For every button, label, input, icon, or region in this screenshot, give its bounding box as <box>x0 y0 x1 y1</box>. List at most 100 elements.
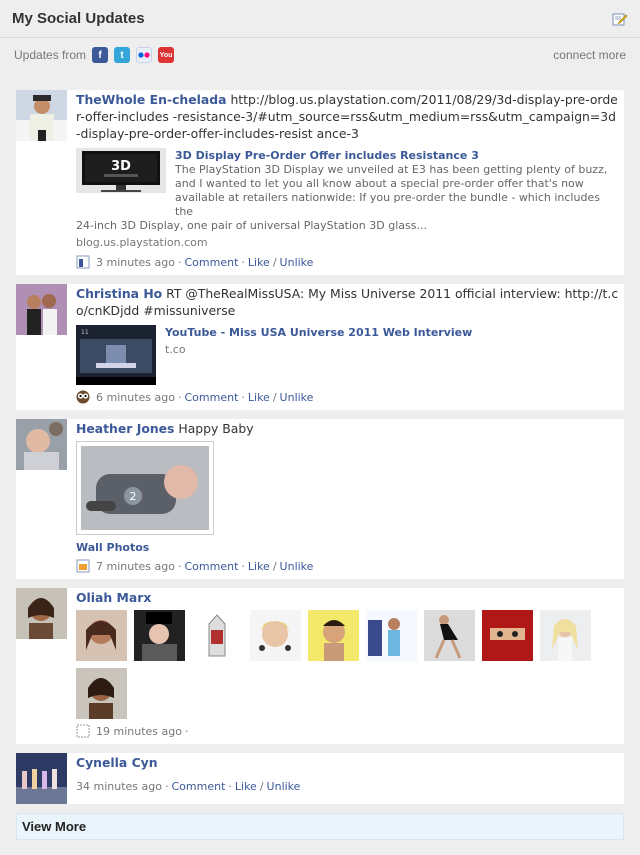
post-meta: 34 minutes ago · Comment · Like / Unlike <box>76 780 620 793</box>
unlike-link[interactable]: Unlike <box>280 560 314 573</box>
avatar[interactable] <box>16 284 67 335</box>
comment-link[interactable]: Comment <box>184 560 238 573</box>
svg-text:11: 11 <box>81 329 89 336</box>
attachment-title[interactable]: YouTube - Miss USA Universe 2011 Web Int… <box>165 325 472 340</box>
separator: / <box>272 390 277 404</box>
flickr-icon[interactable] <box>136 47 153 63</box>
timestamp: 6 minutes ago <box>96 390 175 404</box>
separator: · <box>241 390 245 404</box>
comment-link[interactable]: Comment <box>184 256 238 269</box>
post-content: Cynella Cyn <box>76 754 620 771</box>
link-attachment: 3D 3D Display Pre-Order Offer includes R… <box>76 148 620 219</box>
avatar[interactable] <box>16 419 67 470</box>
placeholder-app-icon <box>76 724 90 738</box>
photo-thumbnail[interactable] <box>308 610 359 661</box>
photos-app-icon <box>76 559 90 573</box>
separator: · <box>164 780 169 793</box>
separator: · <box>177 255 182 269</box>
panel-header: My Social Updates <box>0 0 640 38</box>
connect-more-link[interactable]: connect more <box>553 48 626 62</box>
youtube-icon[interactable]: You <box>158 47 175 63</box>
baby-photo: 2 <box>81 446 209 530</box>
post-meta: 19 minutes ago · <box>76 724 620 738</box>
twitter-icon[interactable]: t <box>114 47 131 63</box>
attachment-text: YouTube - Miss USA Universe 2011 Web Int… <box>156 325 472 385</box>
avatar[interactable] <box>16 753 67 804</box>
photo-thumbnail[interactable] <box>250 610 301 661</box>
post-content: Christina Ho RT @TheRealMissUSA: My Miss… <box>76 285 620 319</box>
view-more-button[interactable]: View More <box>16 813 624 840</box>
post-body: Cynella Cyn 34 minutes ago · Comment · L… <box>67 753 624 804</box>
post-body: TheWhole En-chelada http://blog.us.plays… <box>67 90 624 275</box>
photo-grid <box>76 610 596 719</box>
post-meta: 6 minutes ago · Comment · Like / Unlike <box>76 390 620 404</box>
comment-link[interactable]: Comment <box>184 391 238 404</box>
svg-text:2: 2 <box>130 490 137 503</box>
photo-thumbnail[interactable] <box>76 610 127 661</box>
attachment-thumbnail[interactable]: 3D <box>76 148 166 193</box>
unlike-link[interactable]: Unlike <box>280 391 314 404</box>
timestamp: 7 minutes ago <box>96 559 175 573</box>
post-body: Christina Ho RT @TheRealMissUSA: My Miss… <box>67 284 624 410</box>
attachment-description: The PlayStation 3D Display we unveiled a… <box>175 163 608 218</box>
photo-thumbnail[interactable] <box>482 610 533 661</box>
link-attachment: 11 YouTube - Miss USA Universe 2011 Web … <box>76 325 620 385</box>
timestamp: 3 minutes ago <box>96 255 175 269</box>
photo[interactable]: 2 <box>76 441 214 535</box>
unlike-link[interactable]: Unlike <box>280 256 314 269</box>
separator: · <box>241 255 245 269</box>
feed-item: Christina Ho RT @TheRealMissUSA: My Miss… <box>16 284 624 410</box>
post-content: TheWhole En-chelada http://blog.us.plays… <box>76 91 620 142</box>
like-link[interactable]: Like <box>235 780 257 793</box>
edit-icon[interactable] <box>612 11 628 27</box>
separator: · <box>228 780 232 793</box>
panel-title: My Social Updates <box>12 10 145 27</box>
attachment-source: blog.us.playstation.com <box>76 236 208 249</box>
feed-item: Heather Jones Happy Baby 2 Wall Photos 7… <box>16 419 624 579</box>
like-link[interactable]: Like <box>248 560 270 573</box>
facebook-icon[interactable]: f <box>92 47 109 63</box>
author-link[interactable]: Christina Ho <box>76 286 162 301</box>
owl-icon <box>76 390 90 404</box>
separator: · <box>177 559 182 573</box>
photo-thumbnail[interactable] <box>424 610 475 661</box>
photo-thumbnail[interactable] <box>366 610 417 661</box>
post-content: Oliah Marx <box>76 589 620 606</box>
post-body: Oliah Marx 19 minutes ago · <box>67 588 624 744</box>
updates-from-label: Updates from <box>14 48 87 62</box>
separator: · <box>177 390 182 404</box>
separator: · <box>241 559 245 573</box>
svg-text:3D: 3D <box>111 159 131 174</box>
separator: / <box>259 780 264 793</box>
facebook-source-icon <box>76 255 90 269</box>
avatar[interactable] <box>16 90 67 141</box>
comment-link[interactable]: Comment <box>171 780 225 793</box>
attachment-title[interactable]: 3D Display Pre-Order Offer includes Resi… <box>175 148 620 163</box>
photo-thumbnail[interactable] <box>76 668 127 719</box>
sources-bar: Updates from f t You connect more <box>0 38 640 72</box>
separator: / <box>272 255 277 269</box>
photo-thumbnail[interactable] <box>134 610 185 661</box>
separator: / <box>272 559 277 573</box>
photo-thumbnail[interactable] <box>192 610 243 661</box>
video-thumbnail[interactable]: 11 <box>76 325 156 385</box>
feed-item: Oliah Marx 19 minutes ago · <box>16 588 624 744</box>
like-link[interactable]: Like <box>248 256 270 269</box>
author-link[interactable]: Oliah Marx <box>76 590 151 605</box>
post-text: Happy Baby <box>178 421 254 436</box>
photo-thumbnail[interactable] <box>540 610 591 661</box>
attachment-description-continued: 24-inch 3D Display, one pair of universa… <box>76 219 427 232</box>
author-link[interactable]: TheWhole En-chelada <box>76 92 226 107</box>
avatar[interactable] <box>16 588 67 639</box>
attachment-text: 3D Display Pre-Order Offer includes Resi… <box>166 148 620 219</box>
album-link[interactable]: Wall Photos <box>76 541 620 554</box>
post-meta: 7 minutes ago · Comment · Like / Unlike <box>76 559 620 573</box>
social-updates-panel: My Social Updates Updates from f t You c… <box>0 0 640 855</box>
unlike-link[interactable]: Unlike <box>267 780 301 793</box>
author-link[interactable]: Cynella Cyn <box>76 755 158 770</box>
post-body: Heather Jones Happy Baby 2 Wall Photos 7… <box>67 419 624 579</box>
post-meta: 3 minutes ago · Comment · Like / Unlike <box>76 255 620 269</box>
like-link[interactable]: Like <box>248 391 270 404</box>
author-link[interactable]: Heather Jones <box>76 421 174 436</box>
post-content: Heather Jones Happy Baby <box>76 420 620 437</box>
